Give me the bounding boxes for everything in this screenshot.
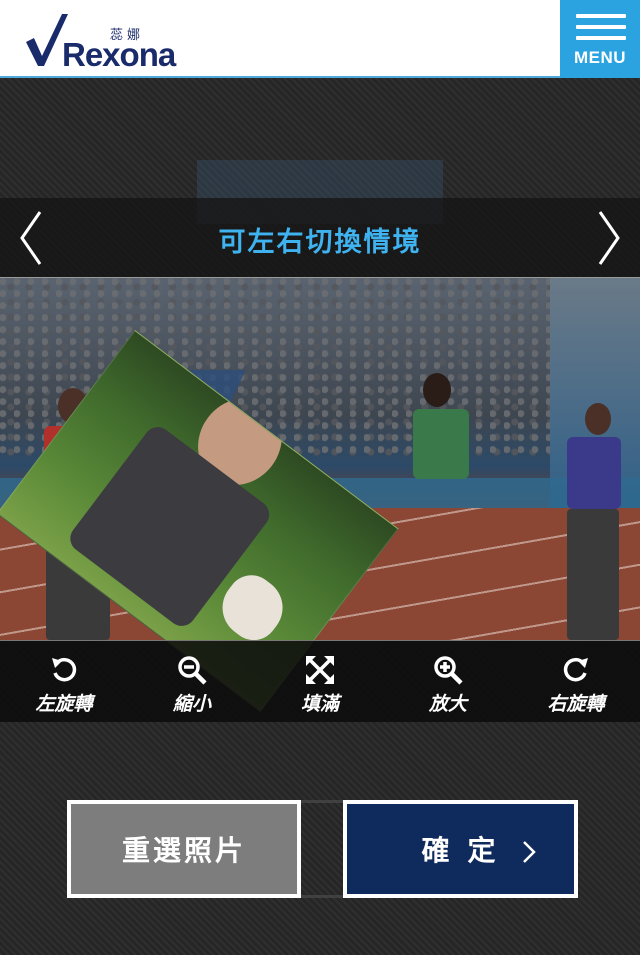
background-ghost-text [300,800,344,898]
zoom-in-icon [434,656,463,685]
rotate-right-button[interactable]: 右旋轉 [512,641,640,723]
chevron-right-icon [523,841,536,863]
zoom-in-label: 放大 [428,693,467,715]
runner-right [545,403,635,640]
rotate-left-label: 左旋轉 [35,693,93,715]
menu-label: MENU [573,48,627,67]
zoom-out-icon [178,656,207,685]
runner-middle [405,373,485,523]
previous-scene-button[interactable] [16,208,46,268]
fill-expand-icon [306,656,334,684]
rotate-right-icon [563,657,588,682]
fill-label: 填滿 [300,693,339,715]
rexona-logo[interactable]: 蕊娜 Rexona [24,10,176,73]
rotate-left-button[interactable]: 左旋轉 [0,641,128,723]
confirm-button[interactable]: 確定 [343,800,578,898]
reselect-photo-label: 重選照片 [121,834,246,867]
chevron-right-icon [598,211,620,265]
rotate-right-label: 右旋轉 [547,693,605,715]
scene-switcher-label: 可左右切換情境 [218,227,422,258]
scene-switcher-bar: 可左右切換情境 [0,198,640,278]
site-header: 蕊娜 Rexona MENU [0,0,640,78]
rotate-left-icon [52,657,77,682]
fill-button[interactable]: 填滿 [256,641,384,723]
confirm-label: 確定 [421,834,514,867]
next-scene-button[interactable] [594,208,624,268]
chevron-left-icon [20,211,42,265]
hamburger-icon [576,14,626,47]
zoom-out-button[interactable]: 縮小 [128,641,256,723]
photo-edit-toolbar: 左旋轉 縮小 填滿 放大 右旋轉 [0,640,640,722]
zoom-out-label: 縮小 [172,693,211,715]
brand-name: Rexona [62,36,176,73]
menu-button[interactable]: MENU [560,0,640,78]
zoom-in-button[interactable]: 放大 [384,641,512,723]
reselect-photo-button[interactable]: 重選照片 [67,800,301,898]
